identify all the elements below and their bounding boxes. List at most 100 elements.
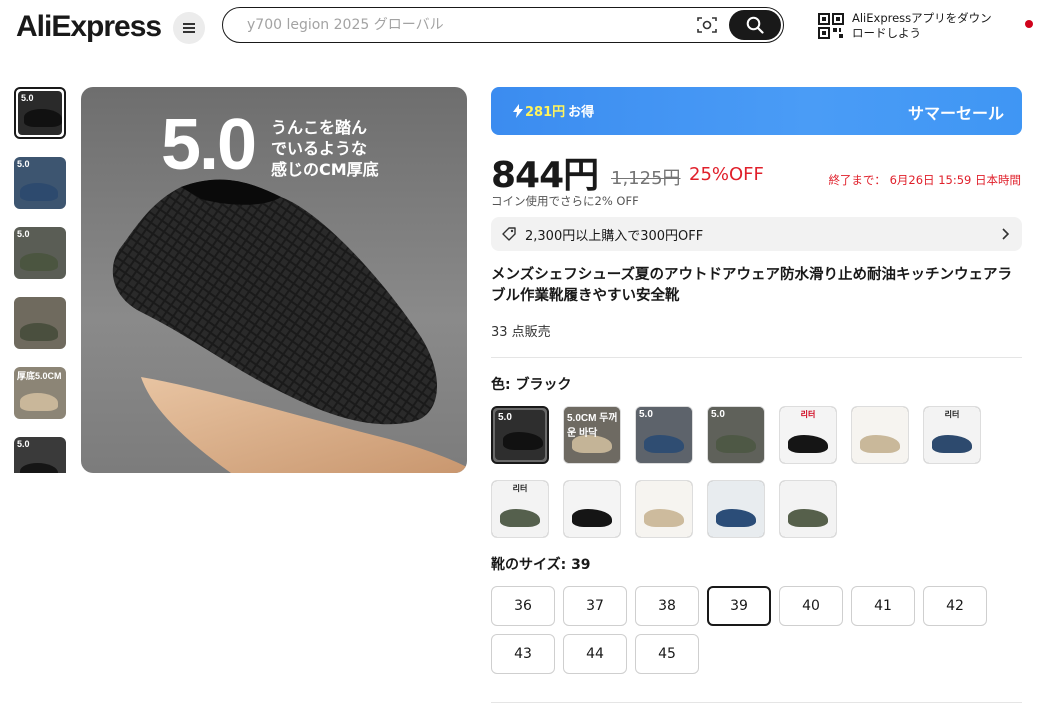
gallery-thumbnail[interactable]: 5.0 — [14, 157, 66, 209]
coupon-row[interactable]: 2,300円以上購入で300円OFF — [491, 217, 1022, 251]
color-swatch[interactable] — [851, 406, 909, 464]
size-option-37[interactable]: 37 — [563, 586, 627, 626]
thumbnail-label: 5.0 — [21, 93, 34, 103]
shoe-image — [20, 393, 58, 411]
shoe-image — [572, 509, 612, 527]
swatch-image — [636, 481, 692, 537]
size-option-41[interactable]: 41 — [851, 586, 915, 626]
coupon-text: 2,300円以上購入で300円OFF — [525, 228, 704, 244]
notification-dot — [1025, 20, 1033, 28]
shoe-image — [932, 435, 972, 453]
product-title: メンズシェフシューズ夏のアウトドアウェア防水滑り止め耐油キッチンウェアラブル作業… — [491, 267, 1012, 304]
swatch-label: 리터 — [944, 410, 960, 419]
swatch-label: 리터 — [512, 484, 528, 493]
size-option-36[interactable]: 36 — [491, 586, 555, 626]
shoe-image — [20, 463, 58, 473]
size-option-43[interactable]: 43 — [491, 634, 555, 674]
swatch-image — [708, 481, 764, 537]
logo-text: AliExpress — [16, 10, 162, 43]
size-option-44[interactable]: 44 — [563, 634, 627, 674]
swatch-image: 리터 — [780, 407, 836, 463]
swatch-image — [852, 407, 908, 463]
swatch-image: 5.0 — [636, 407, 692, 463]
image-search-icon[interactable] — [697, 16, 717, 34]
thumbnail-strip: 5.0 5.0 5.0 厚底5.0CM 5.0 — [14, 87, 66, 473]
chevron-right-icon — [1002, 228, 1010, 240]
shoe-image — [788, 435, 828, 453]
ends-label: 終了まで： — [828, 173, 886, 187]
search-bar — [222, 7, 784, 43]
gallery-thumbnail[interactable]: 5.0 — [14, 437, 66, 473]
thumbnail-label: 厚底5.0CM — [17, 371, 62, 381]
caption-line-1: うんこを踏ん — [271, 118, 368, 137]
shoe-image — [20, 323, 58, 341]
swatch-image: 리터 — [492, 481, 548, 537]
search-input[interactable] — [247, 14, 687, 36]
color-swatch[interactable] — [635, 480, 693, 538]
size-option-38[interactable]: 38 — [635, 586, 699, 626]
search-button[interactable] — [729, 10, 781, 40]
thumbnail-image: 5.0 — [18, 91, 62, 135]
divider — [491, 357, 1022, 358]
color-swatch[interactable]: 5.0 — [707, 406, 765, 464]
color-swatch[interactable] — [707, 480, 765, 538]
color-swatch[interactable]: 5.0 — [491, 406, 549, 464]
main-product-image[interactable]: 5.0 うんこを踏ん でいるような 感じのCM厚底 — [81, 87, 467, 473]
color-swatch[interactable]: 5.0 — [635, 406, 693, 464]
swatch-image: 5.0 — [708, 407, 764, 463]
color-swatch[interactable]: 리터 — [491, 480, 549, 538]
thumbnail-label: 5.0 — [17, 229, 30, 239]
shoe-image — [20, 253, 58, 271]
app-download-promo[interactable]: AliExpressアプリをダウン ロードしよう — [818, 8, 1008, 44]
size-option-45[interactable]: 45 — [635, 634, 699, 674]
coin-suffix: お得 — [568, 105, 595, 120]
gallery-thumbnail[interactable]: 5.0 — [14, 87, 66, 139]
sold-count: 33 点販売 — [491, 325, 551, 340]
swatch-label: 리터 — [800, 410, 816, 419]
selected-size: 39 — [571, 557, 591, 573]
app-promo-text: AliExpressアプリをダウン ロードしよう — [852, 11, 1002, 41]
current-price: 844円 — [491, 155, 599, 196]
swatch-image — [780, 481, 836, 537]
size-label: 靴のサイズ: 39 — [491, 554, 591, 574]
summer-sale-banner[interactable]: 281円 お得 サマーセール — [491, 87, 1022, 135]
size-option-42[interactable]: 42 — [923, 586, 987, 626]
color-swatch[interactable] — [779, 480, 837, 538]
color-label-prefix: 色: — [491, 377, 516, 393]
thumbnail-image: 5.0 — [14, 437, 66, 473]
gallery-thumbnail[interactable]: 5.0 — [14, 227, 66, 279]
sale-countdown: 終了まで： 6月26日 15:59 日本時間 — [828, 172, 1021, 188]
swatch-label: 5.0 — [498, 412, 512, 423]
app-promo-line2: ロードしよう — [852, 26, 921, 40]
color-swatch[interactable] — [563, 480, 621, 538]
ends-value: 6月26日 15:59 日本時間 — [889, 173, 1021, 187]
divider — [491, 702, 1022, 703]
color-swatch[interactable]: 5.0CM 두꺼운 바닥 — [563, 406, 621, 464]
swatch-label: 5.0CM 두꺼운 바닥 — [567, 413, 618, 439]
thumbnail-image: 5.0 — [14, 157, 66, 209]
shoe-image — [788, 509, 828, 527]
hamburger-menu-button[interactable] — [173, 12, 205, 44]
shoe-image — [716, 435, 756, 453]
size-label-prefix: 靴のサイズ: — [491, 557, 572, 573]
gallery-thumbnail[interactable] — [14, 297, 66, 349]
thumbnail-image: 5.0 — [14, 227, 66, 279]
shoe-image — [24, 109, 62, 127]
caption-line-2: でいるような — [271, 139, 368, 158]
size-option-39[interactable]: 39 — [707, 586, 771, 626]
color-swatch[interactable]: 리터 — [923, 406, 981, 464]
lightning-icon — [513, 103, 523, 118]
coin-amount: 281円 — [525, 105, 566, 120]
main-image-headline: 5.0 — [161, 105, 257, 185]
sale-label: サマーセール — [907, 104, 1004, 123]
selected-color: ブラック — [515, 377, 572, 393]
swatch-image: 5.0CM 두꺼운 바닥 — [564, 407, 620, 463]
main-image-caption: うんこを踏ん でいるような 感じのCM厚底 — [271, 117, 379, 180]
aliexpress-logo[interactable]: AliExpress — [16, 10, 168, 44]
swatch-image — [564, 481, 620, 537]
shoe-image — [20, 183, 58, 201]
gallery-thumbnail[interactable]: 厚底5.0CM — [14, 367, 66, 419]
shoe-image — [644, 435, 684, 453]
color-swatch[interactable]: 리터 — [779, 406, 837, 464]
size-option-40[interactable]: 40 — [779, 586, 843, 626]
